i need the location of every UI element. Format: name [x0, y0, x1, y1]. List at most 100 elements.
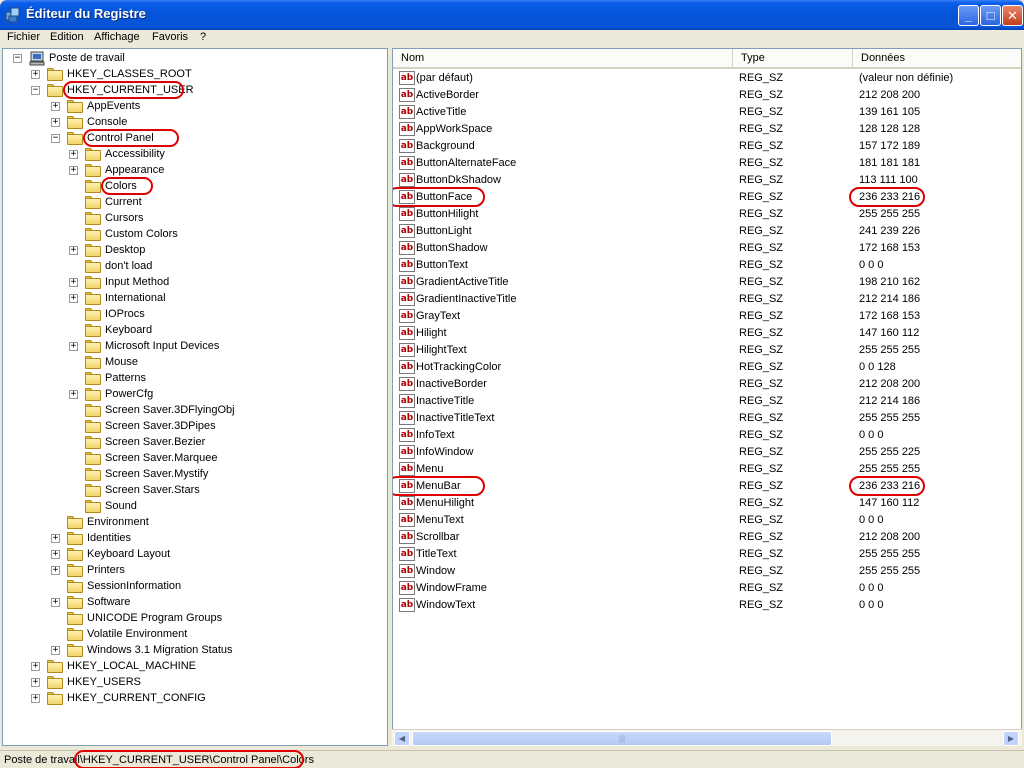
expand-icon[interactable]: + — [51, 118, 60, 127]
tree-node[interactable]: + Printers — [3, 563, 387, 579]
tree-node[interactable]: − Control Panel — [3, 129, 387, 147]
tree-node[interactable]: + HKEY_CLASSES_ROOT — [3, 67, 387, 83]
tree-node[interactable]: Screen Saver.3DFlyingObj — [3, 403, 387, 419]
value-row[interactable]: ab AppWorkSpace REG_SZ 128 128 128 — [393, 121, 1021, 138]
value-row[interactable]: ab Window REG_SZ 255 255 255 — [393, 563, 1021, 580]
expand-icon[interactable]: + — [69, 390, 78, 399]
scroll-left-button[interactable]: ◀ — [394, 731, 410, 746]
menu-favoris[interactable]: Favoris — [152, 31, 188, 43]
value-row[interactable]: ab GradientActiveTitle REG_SZ 198 210 162 — [393, 274, 1021, 291]
tree-node[interactable]: − Poste de travail — [3, 51, 387, 67]
close-button[interactable]: ✕ — [1002, 5, 1023, 26]
tree-node[interactable]: + Accessibility — [3, 147, 387, 163]
tree-node[interactable]: + Windows 3.1 Migration Status — [3, 643, 387, 659]
menu-fichier[interactable]: Fichier — [7, 31, 40, 43]
tree-node[interactable]: + Console — [3, 115, 387, 131]
collapse-icon[interactable]: − — [13, 54, 22, 63]
value-row[interactable]: ab ActiveBorder REG_SZ 212 208 200 — [393, 87, 1021, 104]
tree-node[interactable]: IOProcs — [3, 307, 387, 323]
tree-node[interactable]: Custom Colors — [3, 227, 387, 243]
tree-node[interactable]: Screen Saver.Bezier — [3, 435, 387, 451]
tree-node[interactable]: + AppEvents — [3, 99, 387, 115]
horizontal-scrollbar[interactable]: ◀ ||| ▶ — [392, 729, 1022, 746]
expand-icon[interactable]: + — [51, 102, 60, 111]
tree-node[interactable]: Volatile Environment — [3, 627, 387, 643]
value-row[interactable]: ab Hilight REG_SZ 147 160 112 — [393, 325, 1021, 342]
menu-help[interactable]: ? — [200, 31, 206, 43]
tree-node[interactable]: + Desktop — [3, 243, 387, 259]
value-row[interactable]: ab ButtonText REG_SZ 0 0 0 — [393, 257, 1021, 274]
tree-node[interactable]: + Keyboard Layout — [3, 547, 387, 563]
value-row[interactable]: ab HotTrackingColor REG_SZ 0 0 128 — [393, 359, 1021, 376]
scroll-right-button[interactable]: ▶ — [1003, 731, 1019, 746]
value-row[interactable]: ab InactiveBorder REG_SZ 212 208 200 — [393, 376, 1021, 393]
expand-icon[interactable]: + — [51, 534, 60, 543]
value-row[interactable]: ab MenuBar REG_SZ 236 233 216 — [393, 476, 1021, 496]
value-row[interactable]: ab HilightText REG_SZ 255 255 255 — [393, 342, 1021, 359]
menu-edition[interactable]: Edition — [50, 31, 84, 43]
tree-node[interactable]: Mouse — [3, 355, 387, 371]
expand-icon[interactable]: + — [31, 70, 40, 79]
expand-icon[interactable]: + — [69, 278, 78, 287]
value-row[interactable]: ab ButtonAlternateFace REG_SZ 181 181 181 — [393, 155, 1021, 172]
value-row[interactable]: ab Scrollbar REG_SZ 212 208 200 — [393, 529, 1021, 546]
tree-node[interactable]: + Software — [3, 595, 387, 611]
value-row[interactable]: ab GradientInactiveTitle REG_SZ 212 214 186 — [393, 291, 1021, 308]
tree-node[interactable]: Patterns — [3, 371, 387, 387]
value-row[interactable]: ab InactiveTitle REG_SZ 212 214 186 — [393, 393, 1021, 410]
tree-node[interactable]: Keyboard — [3, 323, 387, 339]
value-row[interactable]: ab (par défaut) REG_SZ (valeur non définie) — [393, 70, 1021, 87]
value-list-pane[interactable]: Nom Type Données ab (par défaut) REG_SZ (va… — [392, 48, 1022, 746]
minimize-button[interactable]: _ — [958, 5, 979, 26]
collapse-icon[interactable]: − — [31, 86, 40, 95]
expand-icon[interactable]: + — [69, 294, 78, 303]
value-row[interactable]: ab ButtonShadow REG_SZ 172 168 153 — [393, 240, 1021, 257]
tree-node[interactable]: Colors — [3, 177, 387, 195]
tree-node[interactable]: Cursors — [3, 211, 387, 227]
tree-node[interactable]: + HKEY_LOCAL_MACHINE — [3, 659, 387, 675]
tree-node[interactable]: − HKEY_CURRENT_USER — [3, 81, 387, 99]
tree-node[interactable]: + Microsoft Input Devices — [3, 339, 387, 355]
column-header-name[interactable]: Nom — [393, 49, 733, 67]
value-row[interactable]: ab GrayText REG_SZ 172 168 153 — [393, 308, 1021, 325]
expand-icon[interactable]: + — [31, 662, 40, 671]
tree-node[interactable]: + HKEY_CURRENT_CONFIG — [3, 691, 387, 707]
value-row[interactable]: ab WindowFrame REG_SZ 0 0 0 — [393, 580, 1021, 597]
title-bar[interactable]: Éditeur du Registre _ □ ✕ — [0, 0, 1024, 30]
value-row[interactable]: ab ButtonDkShadow REG_SZ 113 111 100 — [393, 172, 1021, 189]
value-row[interactable]: ab ButtonFace REG_SZ 236 233 216 — [393, 187, 1021, 207]
scroll-thumb[interactable]: ||| — [412, 731, 832, 746]
tree-node[interactable]: + Input Method — [3, 275, 387, 291]
tree-node[interactable]: Environment — [3, 515, 387, 531]
tree-node[interactable]: Screen Saver.Marquee — [3, 451, 387, 467]
tree-node[interactable]: Current — [3, 195, 387, 211]
expand-icon[interactable]: + — [69, 166, 78, 175]
value-row[interactable]: ab WindowText REG_SZ 0 0 0 — [393, 597, 1021, 614]
key-tree-pane[interactable]: − Poste de travail + HKEY_CLASSES_ROOT − HKEY… — [2, 48, 388, 746]
tree-node[interactable]: Screen Saver.3DPipes — [3, 419, 387, 435]
expand-icon[interactable]: + — [69, 150, 78, 159]
tree-node[interactable]: Screen Saver.Stars — [3, 483, 387, 499]
tree-node[interactable]: + Appearance — [3, 163, 387, 179]
value-row[interactable]: ab InactiveTitleText REG_SZ 255 255 255 — [393, 410, 1021, 427]
tree-node[interactable]: UNICODE Program Groups — [3, 611, 387, 627]
value-row[interactable]: ab MenuHilight REG_SZ 147 160 112 — [393, 495, 1021, 512]
expand-icon[interactable]: + — [69, 342, 78, 351]
tree-node[interactable]: SessionInformation — [3, 579, 387, 595]
expand-icon[interactable]: + — [31, 694, 40, 703]
collapse-icon[interactable]: − — [51, 134, 60, 143]
tree-node[interactable]: + HKEY_USERS — [3, 675, 387, 691]
expand-icon[interactable]: + — [51, 566, 60, 575]
maximize-button[interactable]: □ — [980, 5, 1001, 26]
expand-icon[interactable]: + — [51, 646, 60, 655]
expand-icon[interactable]: + — [51, 550, 60, 559]
expand-icon[interactable]: + — [31, 678, 40, 687]
tree-node[interactable]: + Identities — [3, 531, 387, 547]
tree-node[interactable]: + International — [3, 291, 387, 307]
value-row[interactable]: ab ButtonLight REG_SZ 241 239 226 — [393, 223, 1021, 240]
value-row[interactable]: ab TitleText REG_SZ 255 255 255 — [393, 546, 1021, 563]
menu-affichage[interactable]: Affichage — [94, 31, 140, 43]
column-header-data[interactable]: Données — [853, 49, 1021, 67]
tree-node[interactable]: Screen Saver.Mystify — [3, 467, 387, 483]
value-row[interactable]: ab InfoText REG_SZ 0 0 0 — [393, 427, 1021, 444]
